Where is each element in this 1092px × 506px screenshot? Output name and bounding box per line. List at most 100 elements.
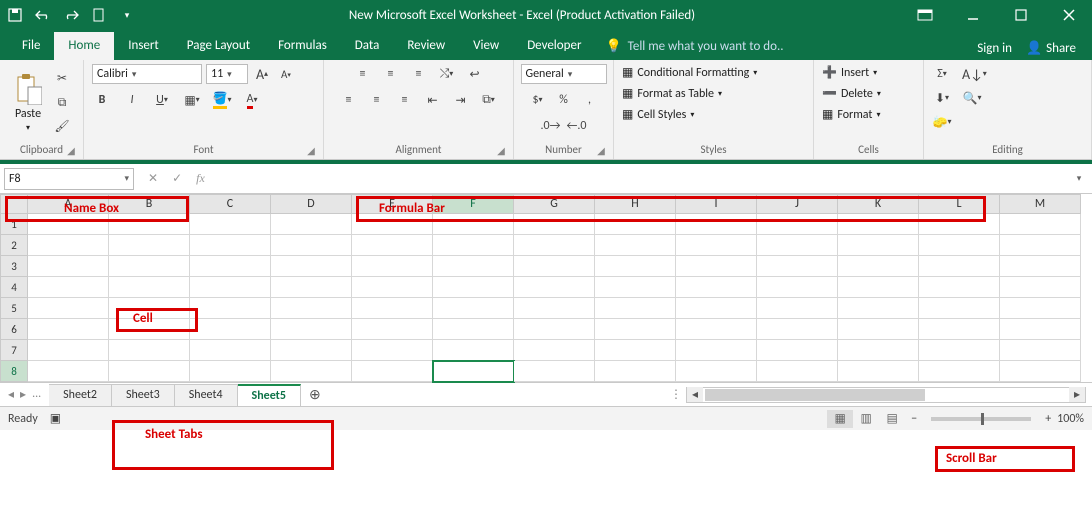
sheet-nav-next-icon[interactable]: ▸ [20, 387, 26, 402]
zoom-out-icon[interactable]: − [911, 412, 917, 426]
format-cells-button[interactable]: ▦Format▾ [822, 106, 880, 123]
cell[interactable] [595, 214, 676, 235]
dialog-launcher-icon[interactable]: ◢ [495, 144, 507, 156]
sheet-nav-prev-icon[interactable]: ◂ [8, 387, 14, 402]
align-left-icon[interactable]: ≡ [339, 90, 359, 110]
cell[interactable] [919, 256, 1000, 277]
cell[interactable] [271, 256, 352, 277]
autosum-icon[interactable]: Σ▾ [932, 64, 952, 84]
sheet-nav[interactable]: ◂ ▸ ... [0, 387, 49, 402]
cell[interactable] [109, 340, 190, 361]
cell[interactable] [433, 256, 514, 277]
merge-center-icon[interactable]: ⧉▾ [479, 90, 499, 110]
column-header[interactable]: M [1000, 194, 1081, 214]
column-header[interactable]: F [433, 194, 514, 214]
row-header[interactable]: 4 [0, 277, 28, 298]
tab-insert[interactable]: Insert [114, 32, 173, 60]
scroll-right-icon[interactable]: ▸ [1069, 387, 1085, 402]
cell[interactable] [271, 214, 352, 235]
cell[interactable] [595, 277, 676, 298]
cell[interactable] [838, 214, 919, 235]
cell[interactable] [28, 235, 109, 256]
percent-icon[interactable]: % [554, 90, 574, 110]
zoom-slider[interactable] [931, 417, 1031, 421]
tab-file[interactable]: File [8, 32, 54, 60]
cell[interactable] [676, 361, 757, 382]
cell[interactable] [595, 235, 676, 256]
wrap-text-icon[interactable]: ↩ [465, 64, 485, 84]
cell[interactable] [190, 361, 271, 382]
find-select-icon[interactable]: 🔍▾ [962, 88, 982, 108]
zoom-value[interactable]: 100% [1057, 412, 1084, 426]
font-name-select[interactable]: Calibri▾ [92, 64, 202, 84]
cell[interactable] [595, 319, 676, 340]
currency-icon[interactable]: $▾ [528, 90, 548, 110]
sheet-tab[interactable]: Sheet2 [49, 384, 112, 406]
grow-font-icon[interactable]: A▴ [252, 64, 272, 84]
paste-button[interactable]: Paste ▾ [8, 71, 48, 135]
cell[interactable] [271, 340, 352, 361]
row-header[interactable]: 2 [0, 235, 28, 256]
column-header[interactable]: G [514, 194, 595, 214]
row-header[interactable]: 6 [0, 319, 28, 340]
cell[interactable] [757, 340, 838, 361]
column-header[interactable]: A [28, 194, 109, 214]
cell[interactable] [1000, 256, 1081, 277]
cell[interactable] [109, 277, 190, 298]
cell[interactable] [838, 319, 919, 340]
cell[interactable] [514, 256, 595, 277]
cell[interactable] [1000, 277, 1081, 298]
add-sheet-button[interactable]: ⊕ [301, 386, 329, 403]
cell[interactable] [109, 214, 190, 235]
tab-review[interactable]: Review [393, 32, 459, 60]
cell[interactable] [676, 298, 757, 319]
row-header[interactable]: 5 [0, 298, 28, 319]
cell[interactable] [595, 340, 676, 361]
cell[interactable] [757, 298, 838, 319]
cut-icon[interactable]: ✂ [52, 69, 72, 89]
undo-icon[interactable] [34, 6, 52, 24]
sheet-tab[interactable]: Sheet3 [112, 384, 175, 406]
increase-indent-icon[interactable]: ⇥ [451, 90, 471, 110]
align-bottom-icon[interactable]: ≡ [409, 64, 429, 84]
cell[interactable] [676, 319, 757, 340]
sheet-tab[interactable]: Sheet5 [238, 384, 301, 406]
cell[interactable] [676, 256, 757, 277]
cell[interactable] [271, 235, 352, 256]
close-icon[interactable] [1052, 4, 1086, 26]
cell[interactable] [514, 298, 595, 319]
redo-icon[interactable] [62, 6, 80, 24]
cell[interactable] [676, 214, 757, 235]
cell[interactable] [757, 256, 838, 277]
clear-icon[interactable]: 🧽▾ [932, 112, 952, 132]
maximize-icon[interactable] [1004, 4, 1038, 26]
shrink-font-icon[interactable]: A▾ [276, 64, 296, 84]
cell[interactable] [757, 235, 838, 256]
cell[interactable] [514, 340, 595, 361]
cell[interactable] [433, 319, 514, 340]
format-as-table-button[interactable]: ▦Format as Table▾ [622, 85, 722, 102]
cell[interactable] [838, 361, 919, 382]
cell[interactable] [109, 256, 190, 277]
align-center-icon[interactable]: ≡ [367, 90, 387, 110]
cell[interactable] [676, 277, 757, 298]
borders-icon[interactable]: ▦▾ [182, 90, 202, 110]
cell[interactable] [433, 340, 514, 361]
cell[interactable] [514, 214, 595, 235]
cell[interactable] [28, 256, 109, 277]
cell[interactable] [28, 277, 109, 298]
cell[interactable] [352, 277, 433, 298]
tab-home[interactable]: Home [54, 32, 114, 60]
fx-icon[interactable]: fx [196, 171, 205, 186]
ribbon-options-icon[interactable] [908, 4, 942, 26]
cell[interactable] [676, 340, 757, 361]
sort-filter-icon[interactable]: A↓▾ [962, 64, 987, 84]
share-button[interactable]: 👤 Share [1018, 37, 1084, 60]
cell[interactable] [757, 361, 838, 382]
sheet-nav-more[interactable]: ... [32, 387, 41, 402]
cell[interactable] [514, 235, 595, 256]
column-header[interactable]: D [271, 194, 352, 214]
column-header[interactable]: L [919, 194, 1000, 214]
conditional-formatting-button[interactable]: ▦Conditional Formatting▾ [622, 64, 757, 81]
row-header[interactable]: 3 [0, 256, 28, 277]
